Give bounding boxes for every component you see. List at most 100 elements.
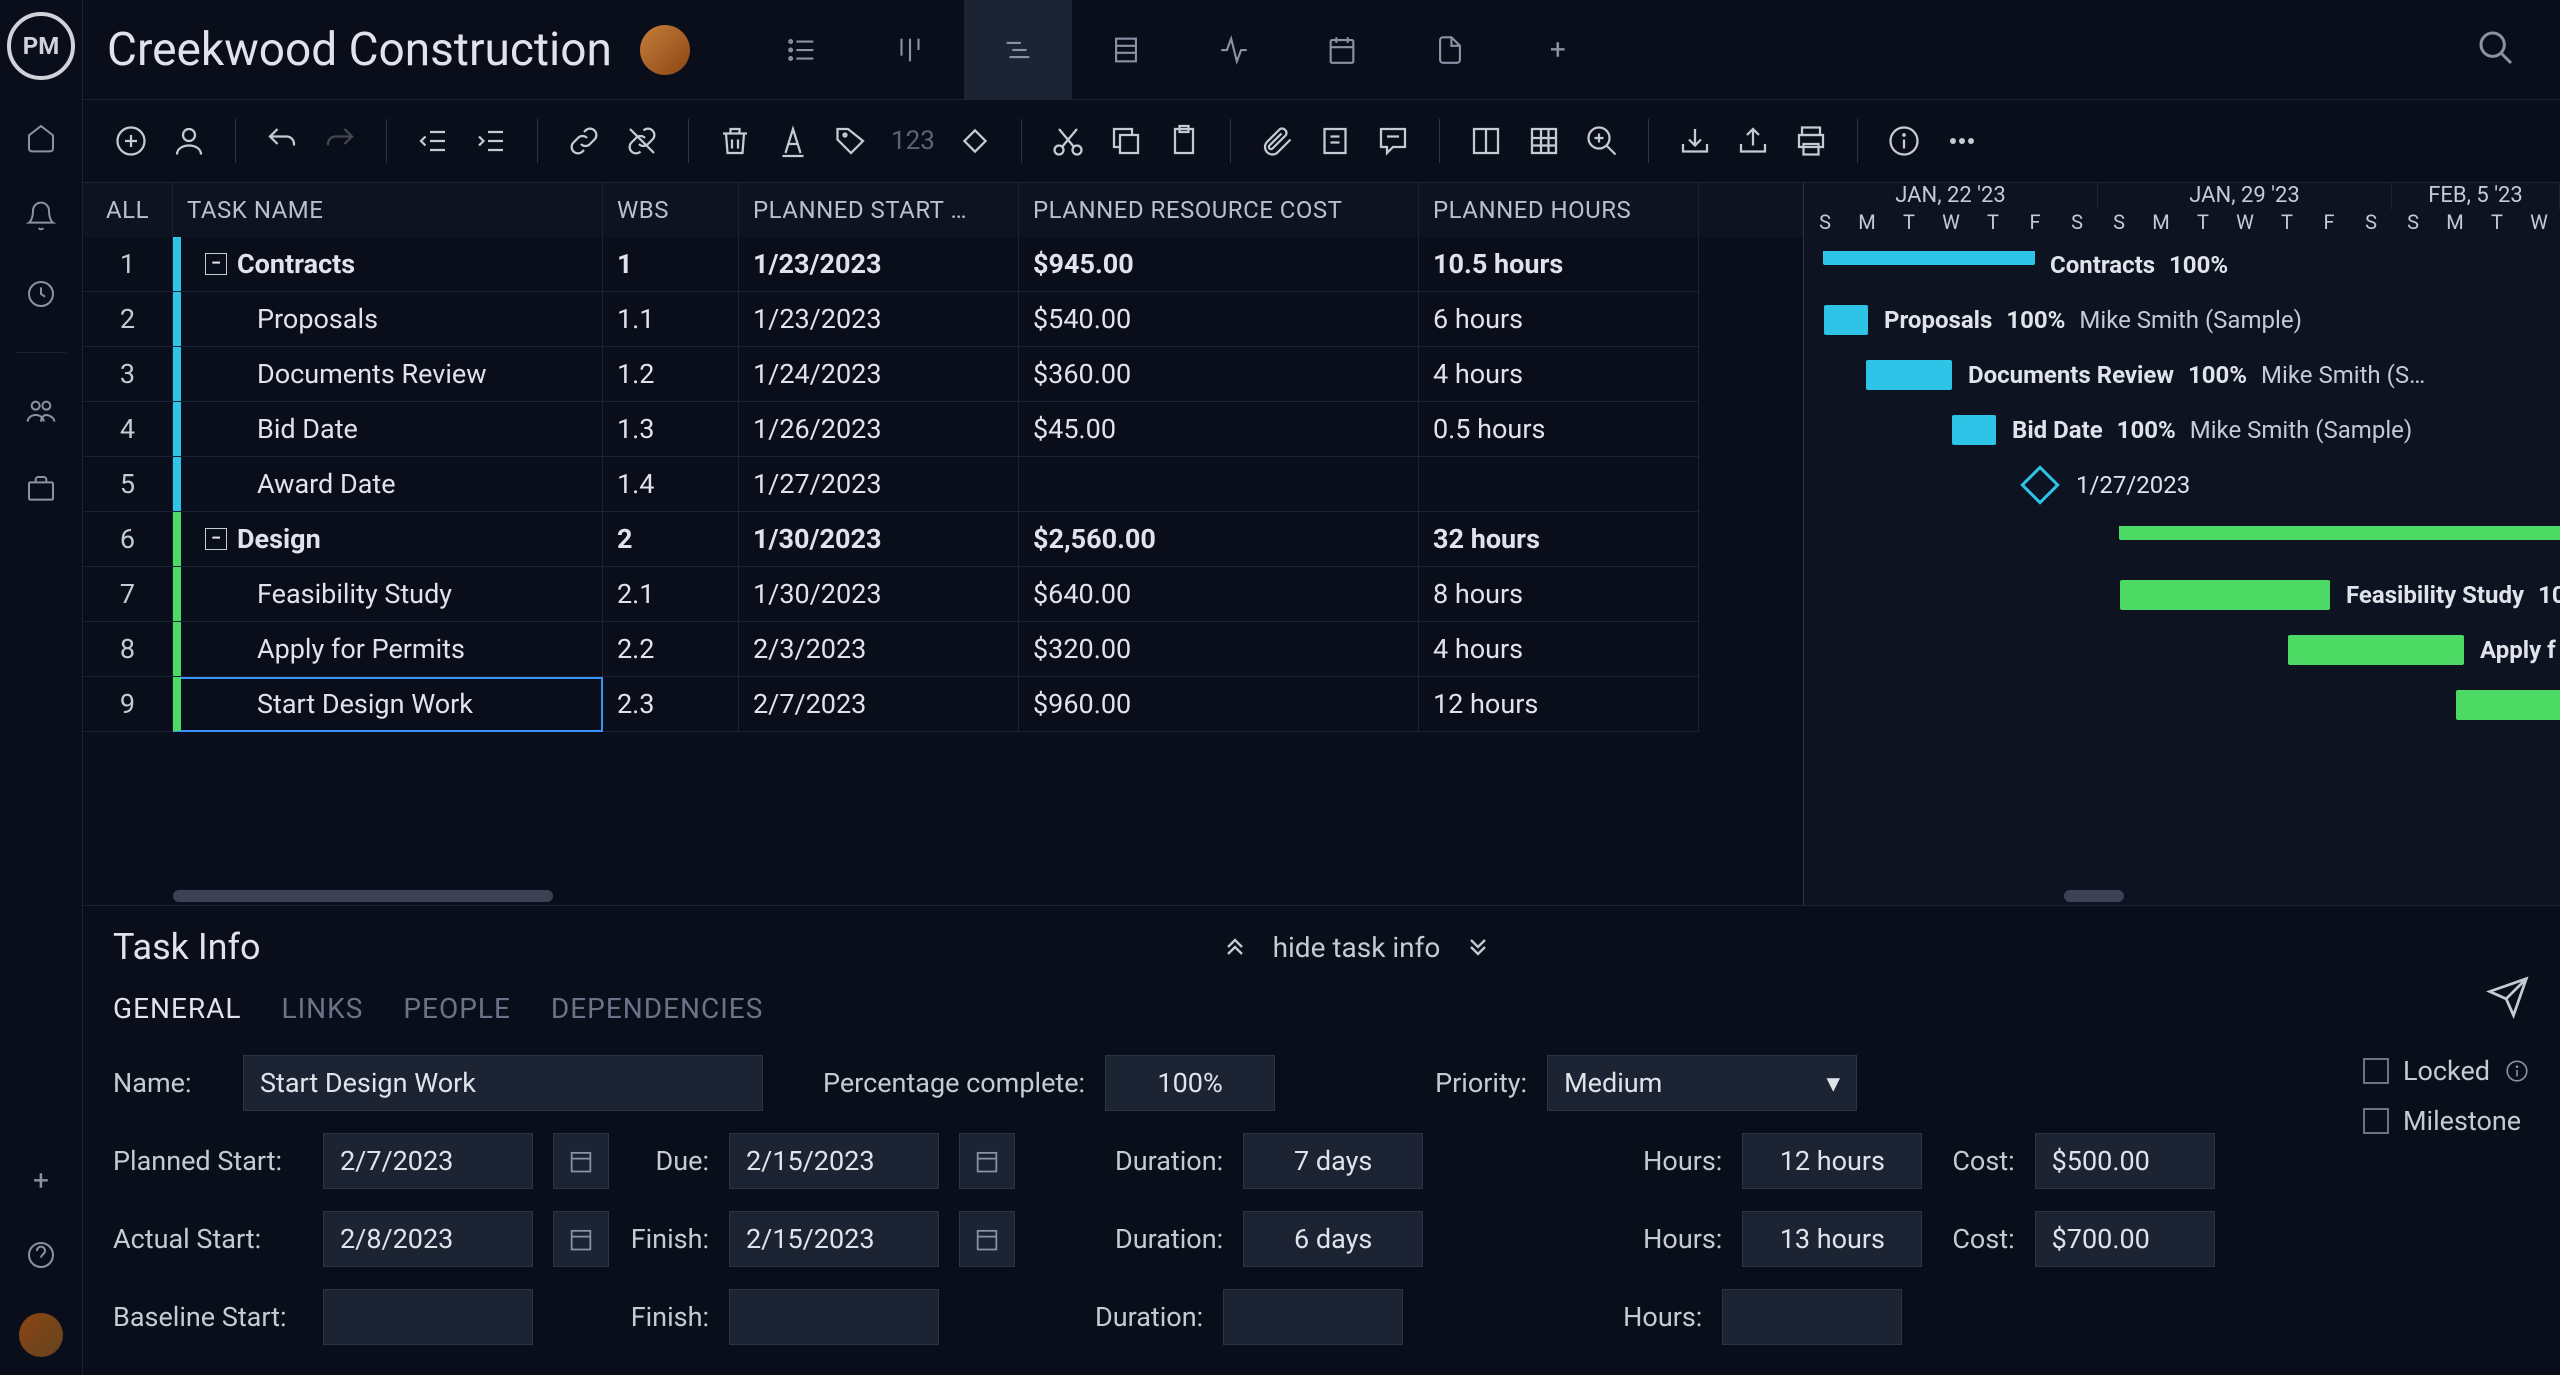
col-header-cost[interactable]: PLANNED RESOURCE COST <box>1019 183 1419 237</box>
comment-icon[interactable] <box>1375 123 1411 159</box>
task-info-tab[interactable]: GENERAL <box>113 992 241 1025</box>
actual-duration-field[interactable] <box>1243 1211 1423 1267</box>
view-sheet-icon[interactable] <box>1072 0 1180 100</box>
assign-icon[interactable] <box>171 123 207 159</box>
outdent-icon[interactable] <box>415 123 451 159</box>
table-row[interactable]: 9Start Design Work2.32/7/2023$960.0012 h… <box>83 677 1803 732</box>
print-icon[interactable] <box>1793 123 1829 159</box>
info-icon[interactable] <box>1886 123 1922 159</box>
view-board-icon[interactable] <box>856 0 964 100</box>
baseline-hours-field[interactable] <box>1722 1289 1902 1345</box>
send-icon[interactable] <box>2486 975 2530 1023</box>
gantt-bar[interactable] <box>1824 305 1868 335</box>
milestone-checkbox[interactable]: Milestone <box>2363 1105 2521 1137</box>
task-info-tab[interactable]: PEOPLE <box>403 992 511 1025</box>
calendar-icon[interactable] <box>959 1133 1015 1189</box>
view-gantt-icon[interactable] <box>964 0 1072 100</box>
project-avatar[interactable] <box>640 25 690 75</box>
baseline-finish-field[interactable] <box>729 1289 939 1345</box>
paste-icon[interactable] <box>1166 123 1202 159</box>
planned-hours-field[interactable] <box>1742 1133 1922 1189</box>
redo-icon[interactable] <box>322 123 358 159</box>
table-row[interactable]: 7Feasibility Study2.11/30/2023$640.008 h… <box>83 567 1803 622</box>
add-icon[interactable]: + <box>33 1164 49 1197</box>
table-row[interactable]: 6−Design21/30/2023$2,560.0032 hours <box>83 512 1803 567</box>
baseline-start-field[interactable] <box>323 1289 533 1345</box>
col-header-wbs[interactable]: WBS <box>603 183 739 237</box>
add-task-icon[interactable] <box>113 123 149 159</box>
hide-task-info-button[interactable]: hide task info <box>1221 931 1493 964</box>
table-row[interactable]: 2Proposals1.11/23/2023$540.006 hours <box>83 292 1803 347</box>
people-icon[interactable] <box>21 391 61 431</box>
table-row[interactable]: 4Bid Date1.31/26/2023$45.000.5 hours <box>83 402 1803 457</box>
search-icon[interactable] <box>2476 28 2516 72</box>
zoom-icon[interactable] <box>1584 123 1620 159</box>
col-header-name[interactable]: TASK NAME <box>173 183 603 237</box>
actual-hours-field[interactable] <box>1742 1211 1922 1267</box>
table-row[interactable]: 1−Contracts11/23/2023$945.0010.5 hours <box>83 237 1803 292</box>
actual-cost-field[interactable] <box>2035 1211 2215 1267</box>
table-row[interactable]: 5Award Date1.41/27/2023 <box>83 457 1803 512</box>
table-row[interactable]: 3Documents Review1.21/24/2023$360.004 ho… <box>83 347 1803 402</box>
gantt-bar[interactable] <box>1824 251 2034 265</box>
copy-icon[interactable] <box>1108 123 1144 159</box>
note-icon[interactable] <box>1317 123 1353 159</box>
col-header-all[interactable]: ALL <box>83 183 173 237</box>
view-calendar-icon[interactable] <box>1288 0 1396 100</box>
gantt-bar[interactable] <box>2020 465 2060 505</box>
priority-select[interactable]: Medium▾ <box>1547 1055 1857 1111</box>
view-list-icon[interactable] <box>748 0 856 100</box>
user-avatar[interactable] <box>19 1313 63 1357</box>
col-header-hours[interactable]: PLANNED HOURS <box>1419 183 1699 237</box>
name-field[interactable] <box>243 1055 763 1111</box>
calendar-icon[interactable] <box>959 1211 1015 1267</box>
import-icon[interactable] <box>1677 123 1713 159</box>
undo-icon[interactable] <box>264 123 300 159</box>
col-header-start[interactable]: PLANNED START … <box>739 183 1019 237</box>
task-info-tab[interactable]: DEPENDENCIES <box>551 992 763 1025</box>
export-icon[interactable] <box>1735 123 1771 159</box>
milestone-icon[interactable] <box>957 123 993 159</box>
collapse-toggle[interactable]: − <box>205 253 227 275</box>
due-field[interactable] <box>729 1133 939 1189</box>
columns-icon[interactable] <box>1468 123 1504 159</box>
grid-icon[interactable] <box>1526 123 1562 159</box>
view-file-icon[interactable] <box>1396 0 1504 100</box>
planned-start-field[interactable] <box>323 1133 533 1189</box>
grid-h-scrollbar[interactable] <box>83 887 1803 905</box>
gantt-bar[interactable] <box>1952 415 1996 445</box>
pct-field[interactable] <box>1105 1055 1275 1111</box>
task-info-tab[interactable]: LINKS <box>281 992 363 1025</box>
view-add-icon[interactable]: + <box>1504 0 1612 100</box>
tag-icon[interactable] <box>833 123 869 159</box>
gantt-bar[interactable] <box>2120 526 2560 540</box>
actual-finish-field[interactable] <box>729 1211 939 1267</box>
calendar-icon[interactable] <box>553 1211 609 1267</box>
gantt-h-scrollbar[interactable] <box>1804 887 2560 905</box>
app-logo[interactable]: PM <box>7 12 75 80</box>
gantt-bar[interactable] <box>2456 690 2560 720</box>
attachment-icon[interactable] <box>1259 123 1295 159</box>
actual-start-field[interactable] <box>323 1211 533 1267</box>
locked-checkbox[interactable]: Locked <box>2363 1055 2530 1087</box>
link-icon[interactable] <box>566 123 602 159</box>
cut-icon[interactable] <box>1050 123 1086 159</box>
calendar-icon[interactable] <box>553 1133 609 1189</box>
home-icon[interactable] <box>21 118 61 158</box>
help-icon[interactable] <box>21 1235 61 1275</box>
collapse-toggle[interactable]: − <box>205 528 227 550</box>
planned-cost-field[interactable] <box>2035 1133 2215 1189</box>
gantt-bar[interactable] <box>2120 580 2330 610</box>
gantt-bar[interactable] <box>2288 635 2464 665</box>
bell-icon[interactable] <box>21 196 61 236</box>
more-icon[interactable] <box>1944 123 1980 159</box>
baseline-duration-field[interactable] <box>1223 1289 1403 1345</box>
view-activity-icon[interactable] <box>1180 0 1288 100</box>
format-icon[interactable] <box>775 123 811 159</box>
table-row[interactable]: 8Apply for Permits2.22/3/2023$320.004 ho… <box>83 622 1803 677</box>
planned-duration-field[interactable] <box>1243 1133 1423 1189</box>
gantt-bar[interactable] <box>1866 360 1952 390</box>
clock-icon[interactable] <box>21 274 61 314</box>
briefcase-icon[interactable] <box>21 469 61 509</box>
indent-icon[interactable] <box>473 123 509 159</box>
